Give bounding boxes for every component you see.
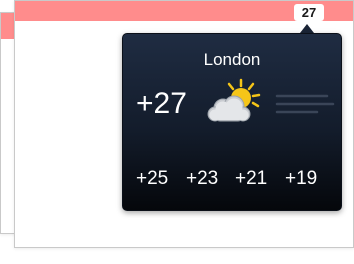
forecast-temp-1: +25 [136,168,169,189]
weather-popup: London +27 +25 +23 +21 +19 [122,33,342,211]
temperature-badge[interactable]: 27 [294,4,324,21]
city-name: London [203,50,261,69]
forecast-row: +25 +23 +21 +19 [123,168,341,192]
forecast-temp-3: +21 [235,168,268,189]
forecast-temp-4: +19 [285,168,318,189]
current-temperature: +27 [136,87,187,120]
partly-sunny-icon [207,78,261,122]
forecast-temp-2: +23 [186,168,219,189]
wind-lines-decoration [275,94,335,114]
popup-pointer [300,24,314,33]
